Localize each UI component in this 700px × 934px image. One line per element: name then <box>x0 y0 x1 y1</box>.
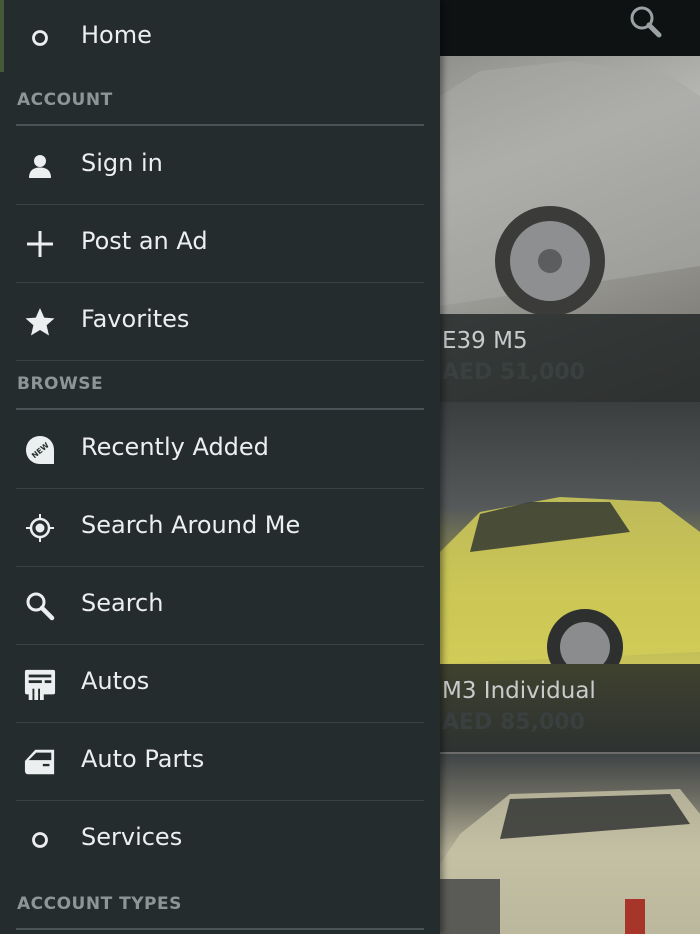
car-silhouette <box>440 61 700 314</box>
listing-card[interactable]: M3 Individual AED 85,000 <box>440 402 700 754</box>
listing-caption: M3 Individual AED 85,000 <box>440 664 700 752</box>
menu-item-recently-added[interactable]: NEW Recently Added <box>16 410 424 489</box>
menu-item-search-around-me[interactable]: Search Around Me <box>16 488 424 567</box>
listing-price: AED 51,000 <box>442 360 585 385</box>
menu-item-label: Services <box>81 823 183 851</box>
plus-icon <box>24 228 56 260</box>
section-title: BROWSE <box>17 374 104 394</box>
menu-item-label: Autos <box>81 667 150 695</box>
menu-item-home[interactable]: Home <box>16 0 424 78</box>
menu-item-label: Recently Added <box>81 433 269 461</box>
search-icon <box>24 590 56 622</box>
location-target-icon <box>24 512 56 544</box>
person-icon <box>24 150 56 182</box>
listing-price: AED 85,000 <box>442 710 585 735</box>
drawer-accent-edge <box>0 0 4 72</box>
new-badge-icon: NEW <box>24 434 56 466</box>
car-silhouette <box>440 789 700 934</box>
navigation-drawer: Home ACCOUNT Sign in Post an Ad Favorite… <box>0 0 440 934</box>
menu-item-label: Search Around Me <box>81 511 301 539</box>
listing-card[interactable] <box>440 754 700 934</box>
section-header-account: ACCOUNT <box>16 86 424 126</box>
menu-item-services[interactable]: Services <box>16 800 424 878</box>
header-search-icon[interactable] <box>626 2 666 42</box>
menu-item-label: Auto Parts <box>81 745 205 773</box>
menu-item-post-ad[interactable]: Post an Ad <box>16 204 424 283</box>
star-icon <box>24 306 56 338</box>
listings-header <box>440 0 700 56</box>
listing-card[interactable]: E39 M5 AED 51,000 <box>440 56 700 402</box>
menu-item-label: Sign in <box>81 149 163 177</box>
listing-title: E39 M5 <box>442 328 528 354</box>
menu-item-autos[interactable]: Autos <box>16 644 424 723</box>
autos-icon <box>24 668 56 700</box>
menu-item-auto-parts[interactable]: Auto Parts <box>16 722 424 801</box>
menu-item-label: Post an Ad <box>81 227 208 255</box>
menu-item-sign-in[interactable]: Sign in <box>16 126 424 205</box>
section-title: ACCOUNT <box>17 90 113 110</box>
menu-item-favorites[interactable]: Favorites <box>16 282 424 361</box>
section-header-browse: BROWSE <box>16 370 424 410</box>
car-silhouette <box>440 497 700 664</box>
circle-icon <box>24 824 56 856</box>
menu-item-label: Search <box>81 589 164 617</box>
menu-item-search[interactable]: Search <box>16 566 424 645</box>
section-header-account-types: ACCOUNT TYPES <box>16 890 424 930</box>
section-divider <box>16 928 424 930</box>
car-door-icon <box>24 746 56 778</box>
section-title: ACCOUNT TYPES <box>17 894 182 914</box>
circle-icon <box>24 22 56 54</box>
listing-title: M3 Individual <box>442 678 596 704</box>
menu-item-label: Favorites <box>81 305 190 333</box>
listing-caption: E39 M5 AED 51,000 <box>440 314 700 402</box>
menu-item-label: Home <box>81 21 152 49</box>
